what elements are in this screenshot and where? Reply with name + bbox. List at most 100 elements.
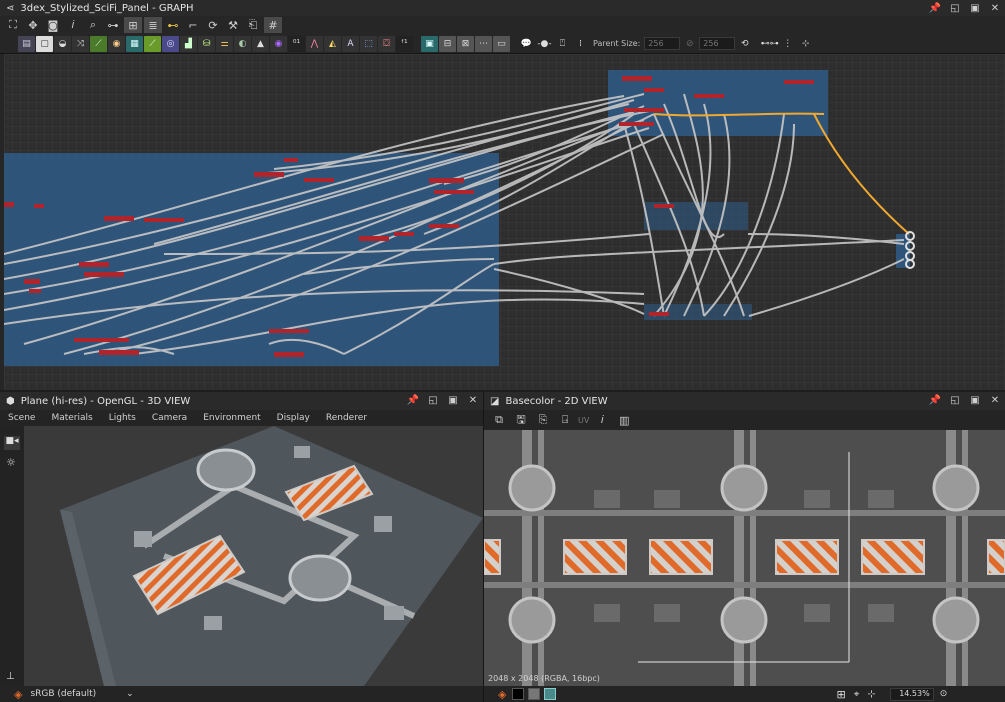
float-icon[interactable]: ◱ — [949, 2, 961, 14]
axes-icon[interactable]: ⊥ — [6, 671, 15, 682]
grid-icon[interactable]: ⊞ — [836, 688, 845, 701]
menu-materials[interactable]: Materials — [51, 413, 92, 423]
light-tool-icon[interactable]: ☼ — [6, 456, 24, 469]
tools-icon[interactable]: ⚒ — [224, 17, 242, 33]
parent-size-select[interactable]: 256 — [644, 37, 681, 50]
info-icon[interactable]: 𝑖 — [64, 17, 82, 33]
pin-icon[interactable]: 📌 — [407, 394, 419, 406]
menu-environment[interactable]: Environment — [203, 413, 260, 423]
zoom-field[interactable]: 14.53% — [889, 687, 934, 701]
info-icon[interactable]: 𝑖 — [593, 412, 611, 428]
link-size-icon[interactable]: ⊘ — [681, 36, 698, 52]
levels-icon[interactable]: ◉ — [108, 35, 125, 52]
export-image-icon[interactable]: ⍈ — [556, 412, 574, 428]
export-icon[interactable]: ⎗ — [244, 17, 262, 33]
uv-label[interactable]: UV — [578, 416, 589, 425]
float-icon[interactable]: ◱ — [949, 394, 961, 406]
bitmap-node-icon[interactable]: ▤ — [18, 35, 35, 52]
colorspace-select[interactable]: sRGB (default) — [30, 689, 96, 699]
link-style-icon[interactable]: ⌐ — [184, 17, 202, 33]
layout-icon[interactable]: ⊹ — [797, 36, 814, 52]
view3d-sidebar: ■◂ ☼ ⊥ — [0, 426, 24, 686]
histogram-icon[interactable]: ▥ — [615, 412, 633, 428]
text-node-icon[interactable]: A — [342, 35, 359, 52]
menu-lights[interactable]: Lights — [109, 413, 136, 423]
graph-node-icon[interactable]: ⋯ — [475, 35, 492, 52]
pin-node-icon[interactable]: ⍞ — [554, 36, 571, 52]
fill-icon[interactable]: ▟ — [180, 35, 197, 52]
link-yellow-icon[interactable]: ⊷ — [164, 17, 182, 33]
close-icon[interactable]: ✕ — [989, 2, 1001, 14]
viewport-2d[interactable]: 2048 x 2048 (RGBA, 16bpc) — [484, 430, 1005, 686]
transform-icon[interactable]: ⬚ — [360, 35, 377, 52]
camera-tool-icon[interactable]: ■◂ — [4, 436, 20, 450]
close-icon[interactable]: ✕ — [989, 394, 1001, 406]
fit-icon[interactable]: ⊹ — [867, 689, 875, 700]
color-wheel-icon[interactable]: ◉ — [270, 35, 287, 52]
output-node-icon[interactable]: ⊠ — [457, 35, 474, 52]
blend-icon[interactable]: ◒ — [54, 35, 71, 52]
refresh-icon[interactable]: ⟳ — [204, 17, 222, 33]
menu-scene[interactable]: Scene — [8, 413, 35, 423]
normal-icon[interactable]: ▦ — [126, 35, 143, 52]
mountain-icon[interactable]: ▲ — [252, 35, 269, 52]
paint-bucket-icon[interactable]: ⛋ — [378, 35, 395, 52]
menu-renderer[interactable]: Renderer — [326, 413, 367, 423]
node-graph[interactable] — [4, 54, 1005, 390]
uniform-color-icon[interactable]: ▢ — [36, 35, 53, 52]
menu-display[interactable]: Display — [277, 413, 310, 423]
black-bg-swatch[interactable] — [512, 688, 525, 700]
panel-divider[interactable] — [483, 392, 484, 702]
copy-icon[interactable]: ⧉ — [490, 412, 508, 428]
maximize-icon[interactable]: ▣ — [447, 394, 459, 406]
close-icon[interactable]: ✕ — [467, 394, 479, 406]
pixel-processor-icon[interactable]: ▭ — [493, 35, 510, 52]
binary-icon[interactable]: ⁰¹ — [288, 35, 305, 52]
float-icon[interactable]: ◱ — [427, 394, 439, 406]
node-display-icon[interactable]: ⊶ — [104, 17, 122, 33]
comment-icon[interactable]: 💬 — [518, 36, 535, 52]
fxmap-icon[interactable]: ᶠ¹ — [396, 35, 413, 52]
crosshair-icon[interactable]: ⌖ — [854, 689, 860, 700]
reset-icon[interactable]: ⟲ — [736, 36, 753, 52]
frame-node-icon[interactable]: ▣ — [421, 35, 438, 52]
layers-icon[interactable]: ◈ — [14, 688, 22, 701]
variables-icon[interactable]: ⁞ — [572, 36, 589, 52]
frame-all-icon[interactable]: ⛶ — [4, 17, 22, 33]
align-horizontal-icon[interactable]: ⊷⊶ — [761, 36, 779, 52]
hierarchy-icon[interactable]: ⊞ — [124, 17, 142, 33]
bucket-icon[interactable]: ⛁ — [198, 35, 215, 52]
checker-bg-icon[interactable] — [544, 688, 557, 700]
align-vertical-icon[interactable]: ⋮ — [779, 36, 796, 52]
chevron-down-icon[interactable]: ⌄ — [126, 689, 134, 699]
maximize-icon[interactable]: ▣ — [969, 394, 981, 406]
sphere-icon[interactable]: ◐ — [234, 35, 251, 52]
camera-icon[interactable]: ◙ — [44, 17, 62, 33]
wave-icon[interactable]: ⋀ — [306, 35, 323, 52]
flood-icon[interactable]: ⚌ — [216, 35, 233, 52]
zoom-reset-icon[interactable]: ⊙ — [940, 689, 948, 699]
plane-surface — [60, 426, 483, 686]
input-node-icon[interactable]: ⊟ — [439, 35, 456, 52]
shuffle-icon[interactable]: ⤨ — [72, 35, 89, 52]
list-icon[interactable]: ≣ — [144, 17, 162, 33]
size-select[interactable]: 256 — [699, 37, 736, 50]
pin-icon[interactable]: 📌 — [929, 2, 941, 14]
dot-node-icon[interactable]: -●- — [536, 36, 553, 52]
gradient-icon[interactable]: ⟋ — [144, 35, 161, 52]
layers-icon[interactable]: ◈ — [498, 688, 506, 701]
graph-canvas[interactable] — [4, 54, 1005, 390]
warp-icon[interactable]: ◎ — [162, 35, 179, 52]
curve-icon[interactable]: ⟋ — [90, 35, 107, 52]
pin-icon[interactable]: 📌 — [929, 394, 941, 406]
save-all-icon[interactable]: ⎘ — [534, 412, 552, 428]
warning-icon[interactable]: ◭ — [324, 35, 341, 52]
frame-selected-icon[interactable]: ✥ — [24, 17, 42, 33]
grid-snap-icon[interactable]: # — [264, 17, 282, 33]
grey-bg-swatch[interactable] — [528, 688, 541, 700]
search-icon[interactable]: ⌕ — [84, 17, 102, 33]
maximize-icon[interactable]: ▣ — [969, 2, 981, 14]
viewport-3d[interactable] — [24, 426, 483, 686]
save-icon[interactable]: 🖫 — [512, 412, 530, 428]
menu-camera[interactable]: Camera — [152, 413, 187, 423]
